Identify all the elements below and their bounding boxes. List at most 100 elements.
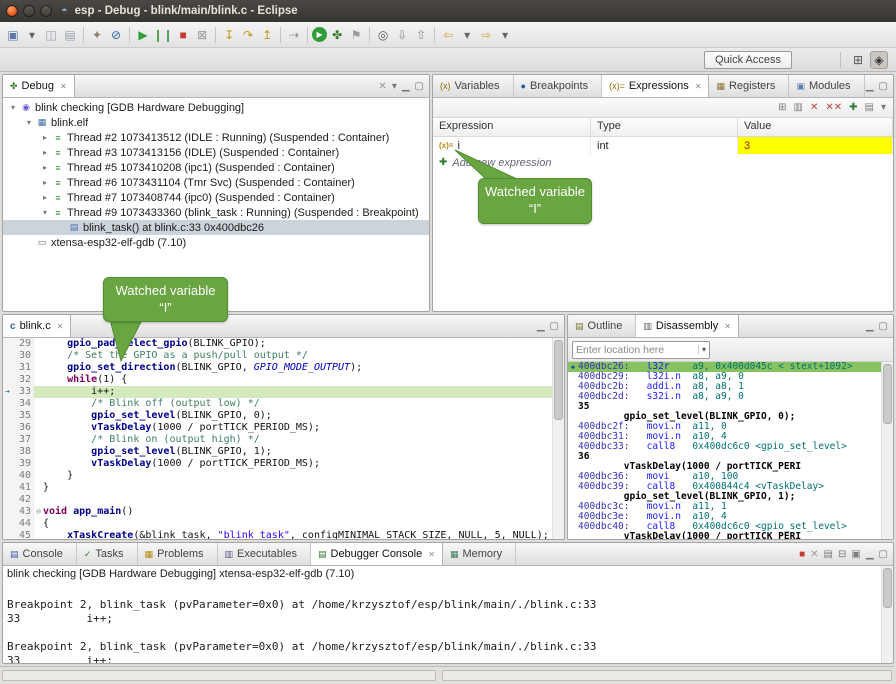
tree-expand-icon[interactable]: ▸ [39,193,51,202]
tree-item-launch[interactable]: ▾ ◉ blink checking [GDB Hardware Debuggi… [3,100,429,115]
fold-icon[interactable] [33,386,43,398]
tree-item-thread-2[interactable]: ▸ ≡ Thread #2 1073413512 (IDLE : Running… [3,130,429,145]
terminate-button[interactable]: ■ [174,26,192,44]
code-line[interactable]: 35 gpio_set_level(BLINK_GPIO, 0); [3,410,552,422]
tab-registers[interactable]: ▦ Registers [709,75,789,97]
close-tab-icon[interactable]: ✕ [724,322,731,331]
toolbar-separator[interactable] [369,27,370,43]
step-return-button[interactable]: ↥ [258,26,276,44]
tab-debug[interactable]: ✤ Debug ✕ [3,75,75,97]
code-line[interactable]: 43 ⊖ void app_main() [3,506,552,518]
suspend-button[interactable]: ❙❙ [153,26,173,44]
maximize-panel-icon[interactable]: ▢ [879,549,888,560]
tab-executables[interactable]: ▥ Executables [218,543,311,565]
toolbar-separator[interactable] [215,27,216,43]
minimize-panel-icon[interactable]: ▁ [537,321,545,332]
new-wizard-button[interactable]: ▣ [4,26,22,44]
save-button[interactable]: ◫ [42,26,60,44]
remove-terminated-button[interactable]: ✕ [378,81,386,92]
fold-icon[interactable] [33,350,43,362]
toolbar-separator[interactable] [280,27,281,43]
window-close-button[interactable] [6,5,18,17]
fold-icon[interactable] [33,410,43,422]
code-line[interactable]: 39 vTaskDelay(1000 / portTICK_PERIOD_MS)… [3,458,552,470]
toolbar-separator[interactable] [129,27,130,43]
disconnect-button[interactable]: ⊠ [193,26,211,44]
back-dropdown[interactable]: ▾ [458,26,476,44]
forward-button[interactable]: ⇨ [477,26,495,44]
location-dropdown-icon[interactable]: ▾ [698,345,706,354]
tab-disassembly[interactable]: ▥ Disassembly ✕ [636,315,739,337]
close-tab-icon[interactable]: ✕ [695,82,702,91]
disassembly-line[interactable]: 400dbc33: call8 0x400dc6c0 <gpio_set_lev… [568,442,881,452]
fold-icon[interactable]: ⊖ [33,506,43,518]
tree-expand-icon[interactable]: ▾ [23,118,35,127]
disassembly-scrollbar[interactable] [881,362,893,540]
toolbar-separator[interactable] [434,27,435,43]
code-editor[interactable]: 29 gpio_pad_select_gpio(BLINK_GPIO); 30 … [3,338,564,540]
quick-access-button[interactable]: Quick Access [704,51,792,69]
debug-view-menu-button[interactable]: ▾ [392,81,397,92]
view-menu-button[interactable]: ▾ [881,102,886,113]
fold-icon[interactable] [33,518,43,530]
tab-tasks[interactable]: ✓ Tasks [77,543,138,565]
tree-expand-icon[interactable]: ▸ [39,163,51,172]
debug-perspective-button[interactable]: ◈ [870,51,888,69]
fold-icon[interactable] [33,362,43,374]
scroll-lock-button[interactable]: ⊟ [838,549,846,560]
minimize-panel-icon[interactable]: ▁ [866,321,874,332]
run-button[interactable]: ▶ [312,27,327,42]
tree-item-blink-elf[interactable]: ▾ ▦ blink.elf [3,115,429,130]
instruction-stepping-button[interactable]: ⇢ [285,26,303,44]
show-types-button[interactable]: ⊞ [778,102,786,113]
fold-icon[interactable] [33,434,43,446]
close-tab-icon[interactable]: ✕ [428,550,435,559]
clear-console-button[interactable]: ▤ [824,549,833,560]
layout-button[interactable]: ▤ [865,102,874,113]
debug-button[interactable]: ✤ [328,26,346,44]
code-line[interactable]: 36 vTaskDelay(1000 / portTICK_PERIOD_MS)… [3,422,552,434]
toolbar-separator[interactable] [307,27,308,43]
tree-item-thread-6[interactable]: ▸ ≡ Thread #6 1073431104 (Tmr Svc) (Susp… [3,175,429,190]
terminate-console-button[interactable]: ■ [799,549,805,560]
maximize-panel-icon[interactable]: ▢ [879,81,888,92]
minimize-panel-icon[interactable]: ▁ [866,81,874,92]
close-tab-icon[interactable]: ✕ [57,322,64,331]
code-line[interactable]: 38 gpio_set_level(BLINK_GPIO, 1); [3,446,552,458]
scrollbar-thumb[interactable] [883,364,892,424]
tab-expressions[interactable]: (x)= Expressions ✕ [602,75,709,97]
remove-launch-button[interactable]: ✕ [810,549,818,560]
pin-console-button[interactable]: ▣ [851,549,860,560]
minimize-panel-icon[interactable]: ▁ [402,81,410,92]
code-line[interactable]: 45 xTaskCreate(&blink_task, "blink_task"… [3,530,552,540]
fold-icon[interactable] [33,482,43,494]
maximize-panel-icon[interactable]: ▢ [415,81,424,92]
code-line[interactable]: ➔ 33 i++; [3,386,552,398]
skip-breakpoints-button[interactable]: ⊘ [107,26,125,44]
tree-item-stack-frame[interactable]: ▤ blink_task() at blink.c:33 0x400dbc26 [3,220,429,235]
previous-annotation-button[interactable]: ⇧ [412,26,430,44]
open-perspective-button[interactable]: ⊞ [849,51,867,69]
add-expression-row[interactable]: ✚ Add new expression [433,154,893,171]
tab-debugger-console[interactable]: ▤ Debugger Console ✕ [311,543,443,565]
forward-dropdown[interactable]: ▾ [496,26,514,44]
fold-icon[interactable] [33,338,43,350]
column-header[interactable]: Type [591,118,738,136]
tab-variables[interactable]: (x) Variables [433,75,514,97]
tree-item-thread-5[interactable]: ▸ ≡ Thread #5 1073410208 (ipc1) (Suspend… [3,160,429,175]
tree-expand-icon[interactable]: ▾ [7,103,19,112]
scrollbar-thumb[interactable] [554,340,563,420]
code-line[interactable]: 37 /* Blink on (output high) */ [3,434,552,446]
console-scrollbar[interactable] [881,566,893,664]
expression-row[interactable]: (x)= i int 3 [433,137,893,154]
fold-icon[interactable] [33,494,43,506]
tab-modules[interactable]: ▣ Modules [789,75,864,97]
disassembly-line[interactable]: vTaskDelay(1000 / portTICK_PERI [568,532,881,540]
tab-memory[interactable]: ▦ Memory [443,543,516,565]
fold-icon[interactable] [33,446,43,458]
tab-blink-c[interactable]: c blink.c ✕ [3,315,71,337]
scrollbar-thumb[interactable] [883,568,892,608]
add-expression-button[interactable]: ✚ [849,102,857,113]
tree-expand-icon[interactable]: ▸ [39,133,51,142]
maximize-panel-icon[interactable]: ▢ [879,321,888,332]
